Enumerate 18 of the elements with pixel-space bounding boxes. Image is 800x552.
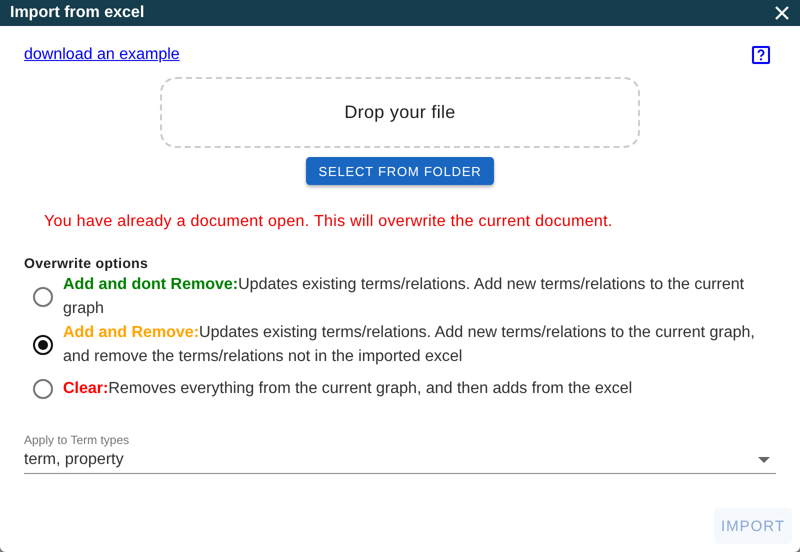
close-icon [774,5,790,21]
radio-button[interactable] [33,287,53,307]
option-label: Clear:Removes everything from the current graph, and then adds from the excel [63,379,632,399]
radio-button[interactable] [33,335,53,355]
radio-button[interactable] [33,379,53,399]
select-from-folder-button[interactable]: SELECT FROM FOLDER [306,157,494,185]
option-label: Add and dont Remove:Updates existing terms/relations. Add new terms/relations to the current graph [63,275,746,319]
warning-message: You have already a document open. This will overwrite the current document. [44,213,614,231]
download-example-link[interactable]: download an example [24,46,180,64]
close-button[interactable] [774,5,790,21]
help-button[interactable] [752,46,770,64]
term-types-select[interactable]: Apply to Term types term, property [24,433,776,474]
dropdown-caret-icon [758,457,770,463]
help-icon [752,46,770,64]
section-title: Overwrite options [24,255,150,271]
file-dropzone[interactable]: Drop your file [160,77,640,148]
option-label: Add and Remove:Updates existing terms/relations. Add new terms/relations to the current graph, and remove the terms/relations not in the imported excel [63,323,756,367]
window-title: Import from excel [10,4,144,22]
